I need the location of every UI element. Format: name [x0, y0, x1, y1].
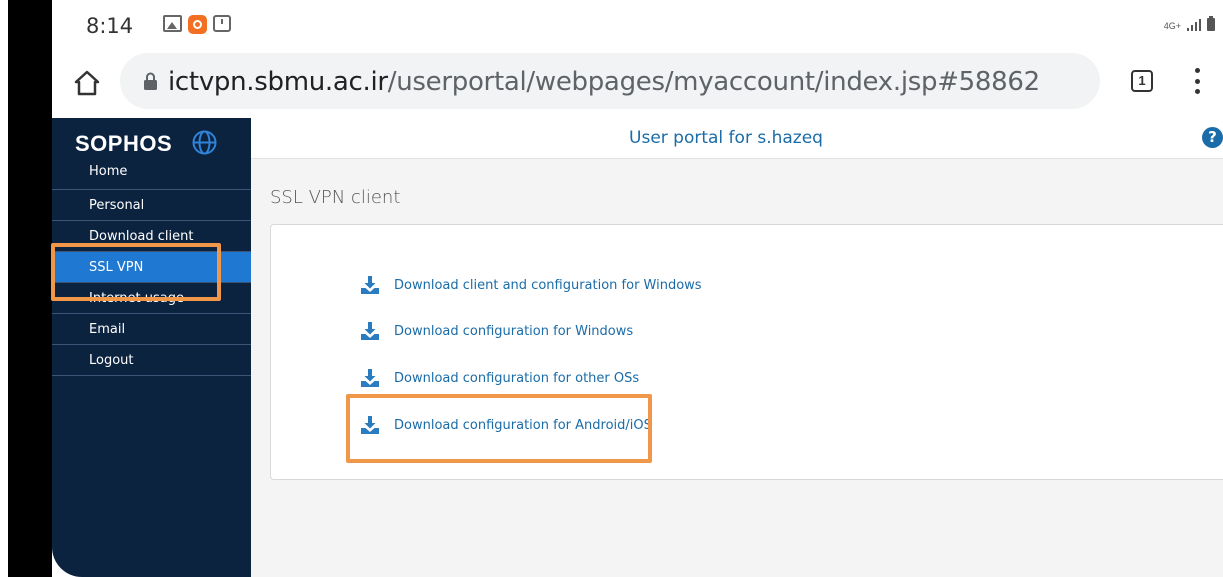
signal-icon: [1187, 19, 1201, 31]
sidebar-item-home[interactable]: Home: [52, 159, 251, 190]
message-icon: [213, 15, 231, 32]
sidebar-item-internet-usage[interactable]: Internet usage: [52, 283, 251, 314]
download-label: Download client and configuration for Wi…: [394, 277, 702, 293]
notification-icons: [163, 15, 231, 34]
download-icon: [361, 322, 379, 340]
status-time: 8:14: [86, 14, 134, 38]
more-menu-icon[interactable]: [1194, 68, 1200, 94]
sidebar: SOPHOS Home Personal Download client SSL…: [52, 118, 251, 577]
portal-header: User portal for s.hazeq ?: [251, 118, 1223, 159]
download-panel: Download client and configuration for Wi…: [270, 224, 1223, 480]
download-windows-client-link[interactable]: Download client and configuration for Wi…: [360, 275, 702, 295]
sophos-logo: SOPHOS: [75, 131, 173, 156]
battery-icon: [1207, 16, 1215, 31]
sidebar-item-label: Personal: [89, 198, 145, 213]
status-bar: 8:14 4G+: [52, 0, 1223, 50]
download-icon: [361, 416, 379, 434]
help-icon[interactable]: ?: [1202, 127, 1223, 148]
sidebar-item-label: Email: [89, 322, 126, 337]
sidebar-item-logout[interactable]: Logout: [52, 345, 251, 376]
url-host: ictvpn.sbmu.ac.ir: [168, 67, 388, 97]
download-other-os-config-link[interactable]: Download configuration for other OSs: [360, 368, 639, 388]
app-notification-icon: [188, 15, 207, 34]
sidebar-item-personal[interactable]: Personal: [52, 190, 251, 221]
tab-switcher-button[interactable]: 1: [1131, 70, 1153, 92]
logo-area: SOPHOS: [52, 118, 251, 159]
download-label: Download configuration for Windows: [394, 323, 634, 339]
sidebar-item-label: SSL VPN: [89, 260, 144, 275]
address-bar[interactable]: ictvpn.sbmu.ac.ir/userportal/webpages/my…: [120, 53, 1100, 109]
gallery-icon: [163, 15, 182, 32]
sidebar-item-label: Logout: [89, 353, 134, 368]
globe-icon: [192, 130, 217, 155]
section-title: SSL VPN client: [270, 187, 401, 208]
download-icon: [361, 369, 379, 387]
network-type: 4G+: [1163, 21, 1181, 31]
download-label: Download configuration for Android/iOS: [394, 417, 652, 433]
download-android-ios-config-link[interactable]: Download configuration for Android/iOS: [360, 415, 652, 435]
screen-edge: [0, 0, 8, 577]
url-text[interactable]: ictvpn.sbmu.ac.ir/userportal/webpages/my…: [168, 67, 1040, 97]
page-title: User portal for s.hazeq: [629, 128, 823, 148]
url-path: /userportal/webpages/myaccount/index.jsp…: [387, 67, 1040, 97]
sidebar-item-ssl-vpn[interactable]: SSL VPN: [52, 252, 251, 283]
browser-toolbar: ictvpn.sbmu.ac.ir/userportal/webpages/my…: [52, 50, 1223, 118]
sidebar-item-label: Download client: [89, 229, 194, 244]
download-label: Download configuration for other OSs: [394, 370, 640, 386]
lock-icon: [144, 72, 157, 90]
sidebar-item-download-client[interactable]: Download client: [52, 221, 251, 252]
system-icons: 4G+: [1163, 16, 1215, 31]
download-windows-config-link[interactable]: Download configuration for Windows: [360, 321, 633, 341]
sidebar-item-label: Home: [89, 164, 128, 179]
home-icon[interactable]: [74, 70, 100, 96]
download-icon: [361, 276, 379, 294]
main-content: User portal for s.hazeq ? SSL VPN client…: [251, 118, 1223, 577]
sidebar-item-label: Internet usage: [89, 291, 184, 306]
sidebar-item-email[interactable]: Email: [52, 314, 251, 345]
